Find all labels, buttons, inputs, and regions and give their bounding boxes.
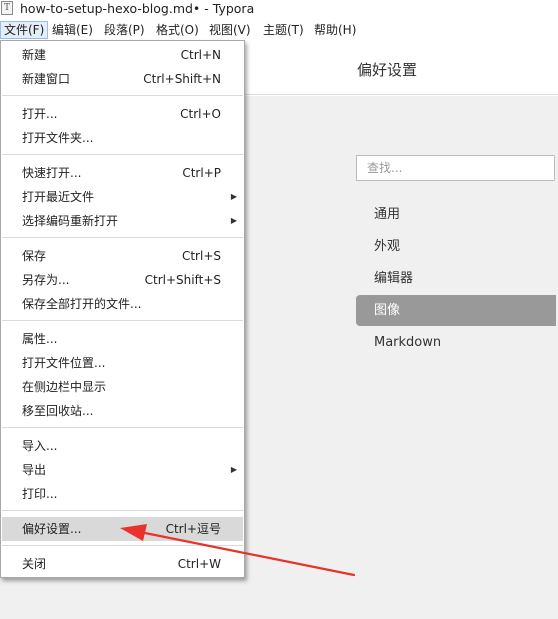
menu-item-label: 打开最近文件 xyxy=(22,190,95,204)
menu-item-save[interactable]: 保存 Ctrl+S xyxy=(2,244,243,268)
menu-item-shortcut: Ctrl+N xyxy=(180,48,221,62)
menu-theme[interactable]: 主题(T) xyxy=(260,21,307,39)
pref-nav-editor[interactable]: 编辑器 xyxy=(356,263,556,294)
menu-item-new-window[interactable]: 新建窗口 Ctrl+Shift+N xyxy=(2,67,243,91)
menu-item-shortcut: Ctrl+Shift+S xyxy=(144,273,221,287)
menu-item-label: 打开文件位置... xyxy=(22,356,106,370)
menu-item-open-recent[interactable]: 打开最近文件 ▶ xyxy=(2,185,243,209)
pref-nav-appearance[interactable]: 外观 xyxy=(356,231,556,262)
menu-bar: 文件(F) 编辑(E) 段落(P) 格式(O) 视图(V) 主题(T) 帮助(H… xyxy=(0,20,558,40)
menu-item-open-file-location[interactable]: 打开文件位置... xyxy=(2,351,243,375)
menu-item-label: 属性... xyxy=(22,332,58,346)
menu-item-label: 快速打开... xyxy=(22,166,82,180)
menu-view[interactable]: 视图(V) xyxy=(206,21,254,39)
menu-separator xyxy=(2,95,243,96)
menu-item-print[interactable]: 打印... xyxy=(2,482,243,506)
menu-item-open[interactable]: 打开... Ctrl+O xyxy=(2,102,243,126)
submenu-arrow-icon: ▶ xyxy=(230,192,237,201)
typora-app-icon: T xyxy=(1,1,13,15)
menu-item-label: 保存全部打开的文件... xyxy=(22,297,142,311)
menu-item-new[interactable]: 新建 Ctrl+N xyxy=(2,43,243,67)
window-title: how-to-setup-hexo-blog.md• - Typora xyxy=(20,1,255,16)
menu-item-label: 偏好设置... xyxy=(22,522,82,536)
menu-item-shortcut: Ctrl+O xyxy=(180,107,221,121)
menu-item-shortcut: Ctrl+P xyxy=(182,166,221,180)
file-menu-dropdown: 新建 Ctrl+N 新建窗口 Ctrl+Shift+N 打开... Ctrl+O… xyxy=(0,40,245,578)
menu-item-label: 在侧边栏中显示 xyxy=(22,380,107,394)
preferences-search-input[interactable]: 查找... xyxy=(356,155,555,181)
menu-separator xyxy=(2,510,243,511)
title-bar: T how-to-setup-hexo-blog.md• - Typora xyxy=(0,0,558,18)
pref-nav-image[interactable]: 图像 xyxy=(356,295,556,326)
menu-help[interactable]: 帮助(H) xyxy=(311,21,359,39)
submenu-arrow-icon: ▶ xyxy=(230,465,237,474)
menu-item-shortcut: Ctrl+W xyxy=(177,557,221,571)
menu-item-shortcut: Ctrl+S xyxy=(181,249,221,263)
menu-paragraph[interactable]: 段落(P) xyxy=(101,21,148,39)
preferences-title: 偏好设置 xyxy=(357,61,418,79)
menu-separator xyxy=(2,237,243,238)
menu-item-open-folder[interactable]: 打开文件夹... xyxy=(2,126,243,150)
menu-item-label: 新建 xyxy=(22,48,47,62)
submenu-arrow-icon: ▶ xyxy=(230,216,237,225)
menu-item-reopen-with-encoding[interactable]: 选择编码重新打开 ▶ xyxy=(2,209,243,233)
menu-item-export[interactable]: 导出 ▶ xyxy=(2,458,243,482)
menu-separator xyxy=(2,154,243,155)
menu-edit[interactable]: 编辑(E) xyxy=(49,21,96,39)
menu-item-label: 新建窗口 xyxy=(22,72,71,86)
menu-item-quick-open[interactable]: 快速打开... Ctrl+P xyxy=(2,161,243,185)
menu-item-move-to-trash[interactable]: 移至回收站... xyxy=(2,399,243,423)
pref-nav-general[interactable]: 通用 xyxy=(356,199,556,230)
menu-item-properties[interactable]: 属性... xyxy=(2,327,243,351)
menu-item-preferences[interactable]: 偏好设置... Ctrl+逗号 xyxy=(2,517,243,541)
menu-item-label: 关闭 xyxy=(22,557,47,571)
menu-separator xyxy=(2,320,243,321)
menu-item-save-as[interactable]: 另存为... Ctrl+Shift+S xyxy=(2,268,243,292)
menu-item-shortcut: Ctrl+逗号 xyxy=(165,522,221,536)
menu-item-label: 选择编码重新打开 xyxy=(22,214,119,228)
menu-item-save-all[interactable]: 保存全部打开的文件... xyxy=(2,292,243,316)
menu-file[interactable]: 文件(F) xyxy=(0,21,49,39)
menu-item-label: 移至回收站... xyxy=(22,404,94,418)
menu-item-label: 导出 xyxy=(22,463,47,477)
menu-item-label: 导入... xyxy=(22,439,58,453)
menu-item-label: 保存 xyxy=(22,249,47,263)
menu-separator xyxy=(2,545,243,546)
menu-item-label: 打开... xyxy=(22,107,58,121)
menu-separator xyxy=(2,427,243,428)
pref-nav-markdown[interactable]: Markdown xyxy=(356,327,556,358)
menu-format[interactable]: 格式(O) xyxy=(153,21,202,39)
menu-item-shortcut: Ctrl+Shift+N xyxy=(143,72,221,86)
menu-item-label: 打开文件夹... xyxy=(22,131,94,145)
menu-item-label: 另存为... xyxy=(22,273,70,287)
menu-item-reveal-in-sidebar[interactable]: 在侧边栏中显示 xyxy=(2,375,243,399)
menu-item-label: 打印... xyxy=(22,487,58,501)
menu-item-close[interactable]: 关闭 Ctrl+W xyxy=(2,552,243,576)
menu-item-import[interactable]: 导入... xyxy=(2,434,243,458)
